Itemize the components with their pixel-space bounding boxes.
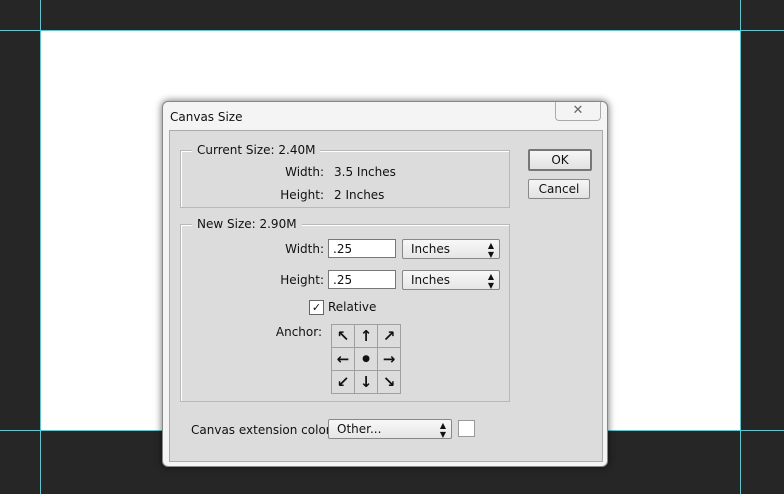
canvas-size-dialog: Canvas Size ✕ Current Size: 2.40M Width:… (162, 101, 608, 467)
guide-line (40, 0, 41, 494)
current-size-legend: Current Size: 2.40M (192, 143, 321, 157)
anchor-bottom-left[interactable]: ↙ (332, 371, 354, 393)
close-button[interactable]: ✕ (555, 102, 601, 121)
dialog-body: Current Size: 2.40M Width: 3.5 Inches He… (169, 130, 603, 462)
anchor-center[interactable]: ● (355, 348, 377, 370)
current-height-label: Height: (280, 188, 324, 202)
anchor-top-left[interactable]: ↖ (332, 325, 354, 347)
new-width-label: Width: (285, 242, 324, 256)
anchor-top-right[interactable]: ↗ (378, 325, 400, 347)
guide-line (740, 0, 741, 494)
anchor-bottom-right[interactable]: ↘ (378, 371, 400, 393)
extension-color-label: Canvas extension color: (191, 423, 335, 437)
guide-line (0, 30, 784, 31)
current-height-value: 2 Inches (334, 188, 385, 202)
current-width-label: Width: (285, 165, 324, 179)
updown-icon: ▲ ▼ (487, 272, 494, 290)
extension-color-swatch[interactable] (458, 420, 475, 437)
width-unit-value: Inches (411, 242, 450, 256)
height-unit-select[interactable]: Inches ▲ ▼ (402, 270, 500, 290)
width-unit-select[interactable]: Inches ▲ ▼ (402, 239, 500, 259)
height-unit-value: Inches (411, 273, 450, 287)
width-input[interactable]: .25 (328, 239, 396, 258)
anchor-label: Anchor: (275, 325, 322, 339)
ok-button[interactable]: OK (528, 149, 592, 171)
updown-icon: ▲ ▼ (439, 421, 446, 439)
anchor-top[interactable]: ↑ (355, 325, 377, 347)
anchor-grid[interactable]: ↖ ↑ ↗ ← ● → ↙ ↓ ↘ (331, 324, 401, 394)
relative-label: Relative (328, 300, 377, 314)
cancel-button[interactable]: Cancel (528, 179, 590, 199)
anchor-bottom[interactable]: ↓ (355, 371, 377, 393)
new-height-label: Height: (280, 273, 324, 287)
anchor-right[interactable]: → (378, 348, 400, 370)
current-width-value: 3.5 Inches (334, 165, 396, 179)
anchor-left[interactable]: ← (332, 348, 354, 370)
extension-color-select[interactable]: Other... ▲ ▼ (328, 419, 452, 439)
extension-color-value: Other... (337, 422, 382, 436)
new-size-legend: New Size: 2.90M (192, 217, 302, 231)
height-input[interactable]: .25 (328, 270, 396, 289)
relative-checkbox[interactable]: ✓ (309, 300, 324, 315)
dialog-title: Canvas Size (170, 110, 243, 124)
updown-icon: ▲ ▼ (487, 241, 494, 259)
